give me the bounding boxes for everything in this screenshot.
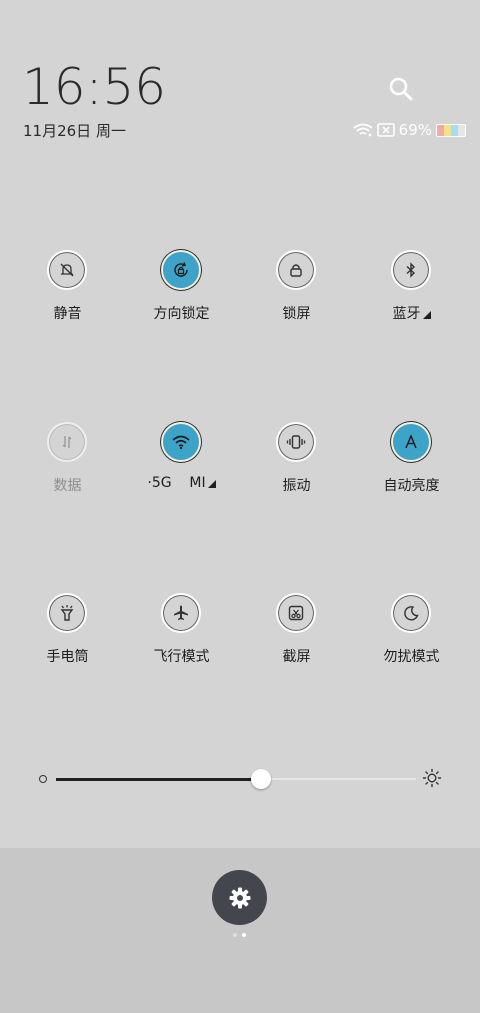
tile-label: 锁屏 [282, 306, 311, 322]
brightness-knob[interactable] [251, 769, 271, 789]
wifi-status-icon [353, 123, 373, 137]
silent-bell-icon [60, 263, 74, 277]
tile-label: 自动亮度 [383, 478, 440, 494]
tile-flashlight[interactable]: 手电筒 [10, 593, 125, 683]
notification-header: 16:56 11月26日 周一 69% [0, 0, 480, 150]
tile-lock-screen[interactable]: 锁屏 [239, 250, 354, 340]
tile-label: 数据 [53, 478, 82, 494]
tile-silent[interactable]: 静音 [10, 250, 125, 340]
tile-vibrate[interactable]: 振动 [239, 422, 354, 512]
brightness-fill [56, 777, 261, 781]
quick-settings-grid: 静音 方向锁定 锁屏 蓝牙 数据 ·5G MI 振动 自动亮度 手电筒 飞行模式… [0, 150, 480, 848]
tile-airplane-mode[interactable]: 飞行模式 [124, 593, 239, 683]
tile-label: 飞行模式 [153, 649, 210, 665]
tile-label: 方向锁定 [153, 306, 210, 322]
tile-wifi[interactable]: ·5G MI [124, 422, 239, 512]
tile-mobile-data[interactable]: 数据 [10, 422, 125, 512]
brightness-low-icon [39, 775, 47, 783]
more-options-indicator [207, 480, 216, 488]
more-options-indicator [422, 311, 431, 319]
bottom-bar [0, 848, 480, 1013]
clock-date: 11月26日 周一 [23, 122, 126, 140]
screenshot-icon [288, 605, 304, 621]
gear-icon [229, 887, 250, 908]
tile-label: 勿扰模式 [383, 649, 440, 665]
search-icon[interactable] [388, 76, 414, 102]
no-sim-icon [376, 123, 395, 137]
tile-auto-brightness[interactable]: 自动亮度 [354, 422, 469, 512]
moon-icon [404, 606, 419, 621]
brightness-track[interactable] [56, 769, 416, 789]
clock-time: 16:56 [22, 58, 167, 116]
page-dot [233, 933, 237, 937]
mobile-data-icon [62, 436, 72, 448]
bluetooth-icon [406, 262, 416, 278]
page-dot-active [242, 933, 246, 937]
auto-brightness-icon [405, 434, 417, 449]
tile-screenshot[interactable]: 截屏 [239, 593, 354, 683]
tile-label: ·5G MI [124, 475, 239, 491]
battery-percent: 69% [398, 121, 432, 139]
vibrate-icon [286, 435, 306, 449]
flashlight-icon [60, 605, 74, 621]
brightness-slider[interactable] [36, 768, 446, 792]
status-bar-right: 69% [353, 120, 466, 140]
tile-label: 蓝牙 [354, 303, 469, 323]
tile-label: 振动 [282, 478, 311, 494]
settings-button[interactable] [212, 870, 267, 925]
airplane-icon [174, 605, 188, 620]
wifi-icon [172, 435, 190, 450]
tile-label: 截屏 [282, 649, 311, 665]
lock-icon [290, 264, 302, 277]
page-indicator [233, 933, 246, 937]
tile-rotation-lock[interactable]: 方向锁定 [124, 250, 239, 340]
battery-icon [436, 123, 466, 137]
tile-do-not-disturb[interactable]: 勿扰模式 [354, 593, 469, 683]
rotation-lock-icon [174, 262, 188, 277]
tile-label: 手电筒 [46, 649, 89, 665]
tile-bluetooth[interactable]: 蓝牙 [354, 250, 469, 340]
brightness-high-icon [422, 768, 442, 788]
tile-label: 静音 [53, 306, 82, 322]
